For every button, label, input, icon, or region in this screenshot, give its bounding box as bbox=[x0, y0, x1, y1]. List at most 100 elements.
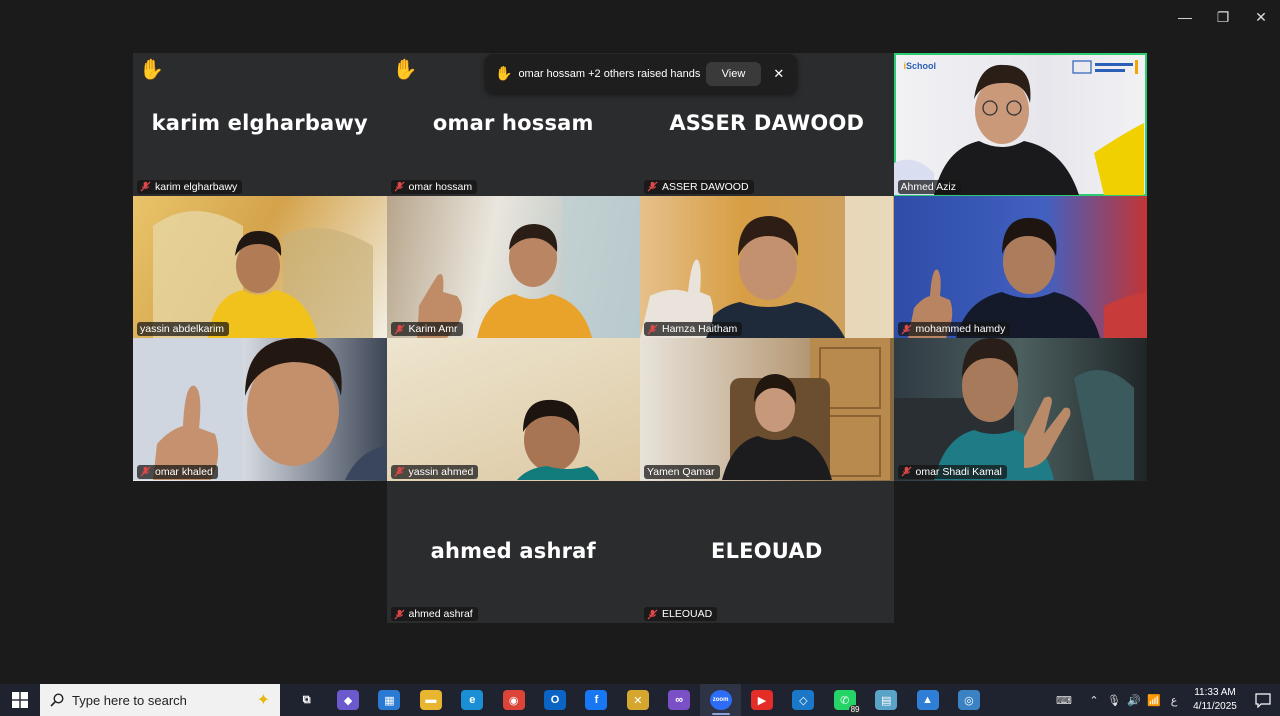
system-tray: ⌨ ⌃ 🎙 🔊 📶 ع 11:33 AM 4/11/2025 bbox=[1054, 684, 1280, 716]
copilot-icon: ◆ bbox=[337, 690, 360, 710]
notes-icon: ▤ bbox=[875, 690, 898, 710]
show-hidden-icons-chevron-icon[interactable]: ⌃ bbox=[1084, 684, 1104, 716]
chrome-icon: ◉ bbox=[502, 690, 525, 710]
participant-name: Hamza Haitham bbox=[662, 323, 738, 335]
taskbar-app-file-explorer[interactable]: ▬ bbox=[410, 684, 451, 716]
raised-hands-notification: ✋ omar hossam +2 others raised hands Vie… bbox=[485, 54, 797, 93]
search-icon bbox=[50, 693, 64, 707]
participant-tile[interactable]: yassin ahmed bbox=[386, 338, 640, 481]
video-feed bbox=[133, 338, 386, 480]
taskbar-app-facebook[interactable]: f bbox=[576, 684, 617, 716]
vscode-icon: ◇ bbox=[792, 690, 815, 710]
video-feed bbox=[416, 195, 640, 338]
taskbar-app-microsoft-store[interactable]: ▦ bbox=[369, 684, 410, 716]
participant-tile[interactable]: Yamen Qamar bbox=[640, 338, 894, 481]
mic-muted-icon bbox=[393, 181, 405, 192]
vpn-icon: ◎ bbox=[957, 690, 980, 710]
video-feed bbox=[907, 217, 1147, 338]
participant-display-name: karim elgharbawy bbox=[151, 111, 368, 135]
maps-icon: ✕ bbox=[626, 690, 649, 710]
notifications-icon[interactable] bbox=[1246, 684, 1280, 716]
video-grid: ✋ karim elgharbawy karim elgharbawy ✋ om… bbox=[133, 53, 1147, 623]
participant-tile[interactable]: Hamza Haitham bbox=[640, 195, 894, 338]
participant-tile[interactable]: ahmed ashraf ahmed ashraf bbox=[386, 480, 640, 623]
taskbar-app-notes[interactable]: ▤ bbox=[865, 684, 906, 716]
mic-muted-icon bbox=[393, 608, 405, 620]
taskbar-search-box[interactable]: Type here to search ✦ bbox=[40, 684, 280, 716]
mic-muted-icon bbox=[900, 323, 912, 335]
taskbar-app-task-view[interactable]: ⧉ bbox=[286, 684, 327, 716]
taskbar-app-vpn[interactable]: ◎ bbox=[948, 684, 989, 716]
mic-muted-icon bbox=[393, 466, 405, 477]
participant-name-label: ahmed ashraf bbox=[390, 607, 478, 621]
taskbar-app-copilot[interactable]: ◆ bbox=[327, 684, 368, 716]
participant-name-label: ASSER DAWOOD bbox=[644, 179, 754, 194]
video-feed bbox=[153, 210, 373, 338]
participant-name: Karim Amr bbox=[408, 323, 458, 335]
video-feed bbox=[516, 399, 599, 480]
close-window-button[interactable]: ✕ bbox=[1242, 0, 1280, 34]
participant-tile[interactable]: omar khaled bbox=[133, 338, 387, 481]
minimize-button[interactable]: — bbox=[1166, 0, 1204, 34]
view-button[interactable]: View bbox=[706, 61, 761, 86]
zoom-icon: zoom bbox=[709, 690, 732, 710]
participant-tile[interactable]: ✋ karim elgharbawy karim elgharbawy bbox=[133, 53, 387, 196]
participant-name: yassin abdelkarim bbox=[140, 323, 225, 335]
clock[interactable]: 11:33 AM 4/11/2025 bbox=[1184, 686, 1246, 714]
mic-muted-icon bbox=[647, 608, 658, 620]
clock-date: 4/11/2025 bbox=[1193, 701, 1237, 712]
task-view-icon: ⧉ bbox=[295, 690, 318, 710]
participant-display-name: omar hossam bbox=[432, 111, 594, 135]
input-language[interactable]: ع bbox=[1164, 684, 1184, 716]
mic-muted-icon bbox=[900, 466, 912, 477]
microphone-icon[interactable]: 🎙 bbox=[1104, 684, 1124, 716]
wifi-icon[interactable]: 📶 bbox=[1144, 684, 1164, 716]
participant-tile[interactable]: mohammed hamdy bbox=[893, 195, 1147, 338]
participant-name-label: Karim Amr bbox=[390, 322, 463, 336]
taskbar-app-visual-studio[interactable]: ∞ bbox=[659, 684, 700, 716]
visual-studio-icon: ∞ bbox=[668, 690, 691, 710]
start-button[interactable] bbox=[0, 684, 40, 716]
mic-muted-icon bbox=[140, 181, 151, 192]
participant-name-label: yassin abdelkarim bbox=[137, 322, 230, 336]
copilot-sparkle-icon: ✦ bbox=[256, 692, 270, 709]
participant-name: omar hossam bbox=[408, 180, 473, 193]
search-placeholder: Type here to search bbox=[72, 692, 187, 708]
close-notification-button[interactable]: ✕ bbox=[771, 66, 787, 82]
video-feed bbox=[640, 195, 893, 338]
taskbar-app-edge[interactable]: e bbox=[452, 684, 493, 716]
participant-tile[interactable]: yassin abdelkarim bbox=[133, 195, 387, 338]
keyboard-icon[interactable]: ⌨ bbox=[1054, 684, 1074, 716]
taskbar-app-maps[interactable]: ✕ bbox=[617, 684, 658, 716]
empty-slot bbox=[133, 481, 387, 624]
participant-name-label: omar Shadi Kamal bbox=[897, 464, 1007, 479]
participant-name-label: ELEOUAD bbox=[644, 607, 718, 621]
youtube-icon: ▶ bbox=[750, 690, 773, 710]
windows-logo-icon bbox=[12, 692, 28, 708]
participant-tile[interactable]: ELEOUAD ELEOUAD bbox=[640, 480, 894, 623]
taskbar-app-youtube[interactable]: ▶ bbox=[741, 684, 782, 716]
restore-button[interactable]: ❐ bbox=[1204, 0, 1242, 34]
microsoft-store-icon: ▦ bbox=[378, 690, 401, 710]
clock-time: 11:33 AM bbox=[1194, 687, 1236, 698]
participant-tile[interactable]: omar Shadi Kamal bbox=[893, 338, 1147, 481]
participant-name: Ahmed Aziz bbox=[900, 180, 956, 193]
file-explorer-icon: ▬ bbox=[419, 690, 442, 710]
window-controls: — ❐ ✕ bbox=[1166, 0, 1280, 34]
edge-icon: e bbox=[461, 690, 484, 710]
participant-name: ahmed ashraf bbox=[408, 608, 473, 620]
participant-tile-active-speaker[interactable]: iSchool Ahmed Aziz bbox=[893, 53, 1147, 196]
participant-name-label: omar hossam bbox=[390, 179, 478, 194]
participant-tile[interactable]: Karim Amr bbox=[386, 195, 640, 338]
taskbar-app-photos[interactable]: ▲ bbox=[907, 684, 948, 716]
taskbar-app-outlook[interactable]: O bbox=[534, 684, 575, 716]
volume-icon[interactable]: 🔊 bbox=[1124, 684, 1144, 716]
notification-text: omar hossam +2 others raised hands bbox=[518, 67, 701, 80]
taskbar-app-zoom[interactable]: zoom bbox=[699, 684, 742, 716]
taskbar-app-whatsapp[interactable]: ✆ 89 bbox=[824, 684, 865, 716]
taskbar-app-vscode[interactable]: ◇ bbox=[783, 684, 824, 716]
participant-name: mohammed hamdy bbox=[915, 323, 1006, 335]
video-feed bbox=[893, 64, 1144, 195]
participant-display-name: ahmed ashraf bbox=[430, 538, 596, 563]
taskbar-app-chrome[interactable]: ◉ bbox=[493, 684, 534, 716]
